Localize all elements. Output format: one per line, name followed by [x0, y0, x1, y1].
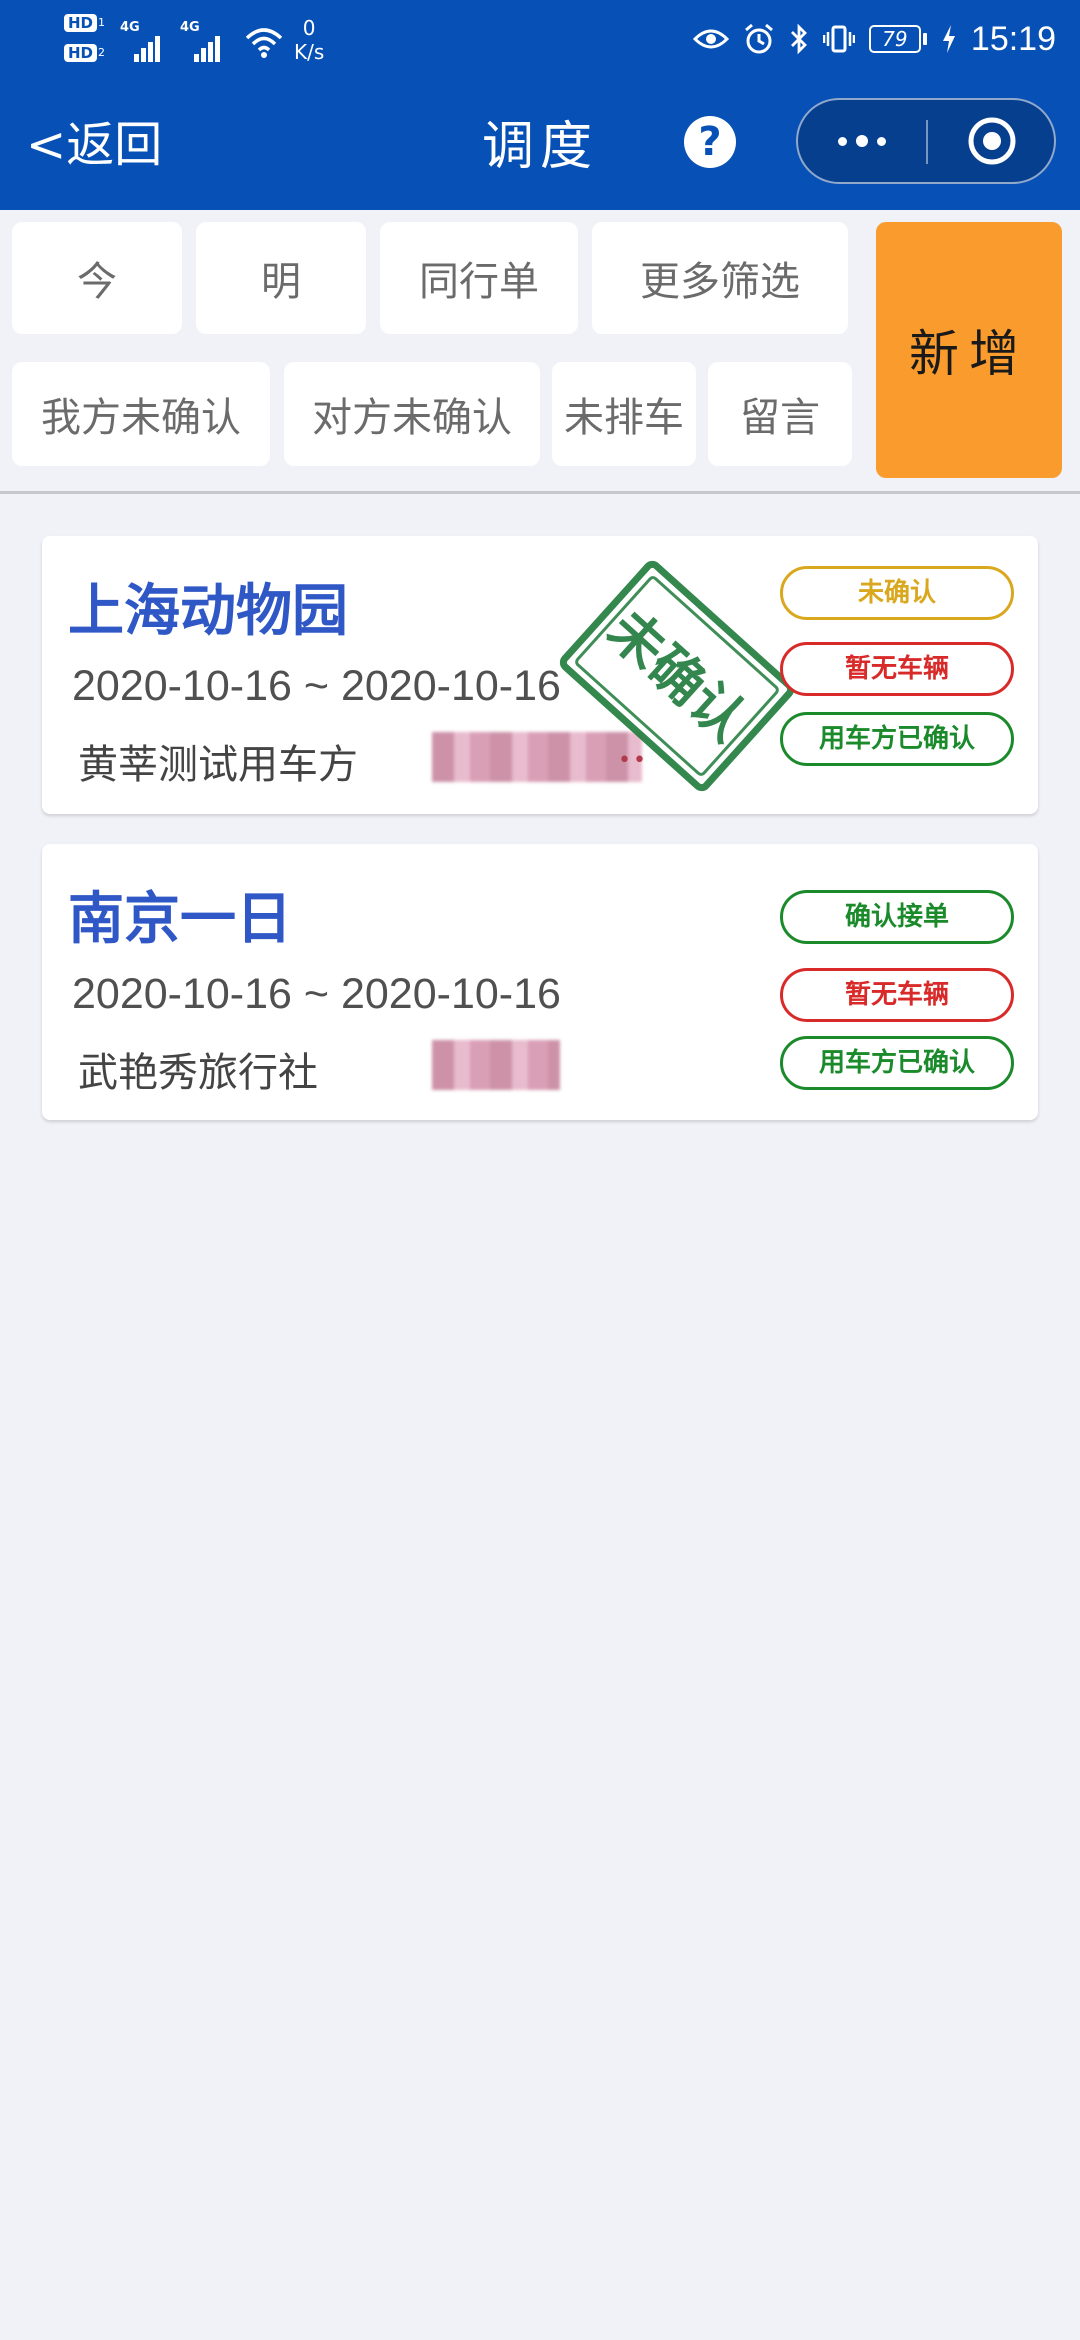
alarm-icon [744, 23, 773, 54]
filter-more[interactable]: 更多筛选 [592, 222, 848, 334]
status-badge-unconfirmed: 未确认 [780, 566, 1014, 620]
status-right: 79 15:19 [692, 14, 1056, 64]
filter-we-unconfirmed[interactable]: 我方未确认 [12, 362, 270, 466]
redacted-ellipsis: •• [618, 748, 648, 773]
battery-icon: 79 [868, 25, 927, 53]
help-icon[interactable]: ? [684, 116, 736, 168]
nav-bar: <返回 调度 ? [0, 80, 1080, 210]
order-card[interactable]: 南京一日 2020-10-16 ~ 2020-10-16 武艳秀旅行社 确认接单… [42, 844, 1038, 1120]
order-title: 南京一日 [68, 887, 292, 952]
network-speed: 0 K/s [294, 16, 324, 64]
status-badge-no-vehicle: 暂无车辆 [780, 968, 1014, 1022]
back-button[interactable]: <返回 [26, 110, 162, 180]
order-title: 上海动物园 [68, 579, 348, 644]
top-bar: HD 1 HD 2 4G 4G 0 K/s 79 15:19 <返回 调度 ? [0, 0, 1080, 210]
hd-badge-1: HD [64, 14, 98, 32]
status-badge-customer-confirmed: 用车方已确认 [780, 1036, 1014, 1090]
speed-value: 0 [302, 16, 316, 40]
network-type-1: 4G [120, 20, 140, 35]
order-date-range: 2020-10-16 ~ 2020-10-16 [72, 662, 561, 710]
eye-icon [692, 29, 729, 49]
order-agency: 黄莘测试用车方 [78, 742, 358, 788]
filter-other-unconfirmed[interactable]: 对方未确认 [284, 362, 540, 466]
hd-badge-2: HD [64, 44, 98, 62]
status-bar: HD 1 HD 2 4G 4G 0 K/s 79 15:19 [0, 0, 1080, 80]
network-type-2: 4G [180, 20, 200, 35]
battery-level: 79 [868, 25, 921, 53]
status-badge-customer-confirmed: 用车方已确认 [780, 712, 1014, 766]
status-time: 15:19 [970, 19, 1056, 58]
wifi-icon [245, 28, 283, 58]
signal-icon-2: 4G [180, 20, 226, 62]
filter-unscheduled[interactable]: 未排车 [552, 362, 696, 466]
mini-program-capsule [796, 98, 1056, 184]
charging-icon [942, 25, 955, 53]
sim-1-label: 1 [98, 16, 105, 29]
more-icon[interactable] [798, 100, 926, 182]
status-badge-no-vehicle: 暂无车辆 [780, 642, 1014, 696]
add-order-button[interactable]: 新增 [876, 222, 1062, 478]
filter-message[interactable]: 留言 [708, 362, 852, 466]
sim-2-label: 2 [98, 46, 105, 59]
stamp-text: 未确认 [596, 598, 759, 753]
order-date-range: 2020-10-16 ~ 2020-10-16 [72, 970, 561, 1018]
filter-tomorrow[interactable]: 明 [196, 222, 366, 334]
speed-unit: K/s [294, 40, 325, 64]
redacted-contact [432, 1040, 560, 1090]
close-icon[interactable] [928, 100, 1056, 182]
filter-peer-order[interactable]: 同行单 [380, 222, 578, 334]
status-badge-accepted: 确认接单 [780, 890, 1014, 944]
order-agency: 武艳秀旅行社 [78, 1050, 318, 1096]
signal-icon-1: 4G [120, 20, 166, 62]
order-card[interactable]: 上海动物园 2020-10-16 ~ 2020-10-16 黄莘测试用车方 ••… [42, 536, 1038, 814]
vibrate-icon [822, 25, 855, 53]
filter-today[interactable]: 今 [12, 222, 182, 334]
filter-panel: 今 明 同行单 更多筛选 我方未确认 对方未确认 未排车 留言 新增 [0, 210, 1080, 494]
bluetooth-icon [790, 23, 807, 55]
redacted-contact [432, 732, 642, 782]
